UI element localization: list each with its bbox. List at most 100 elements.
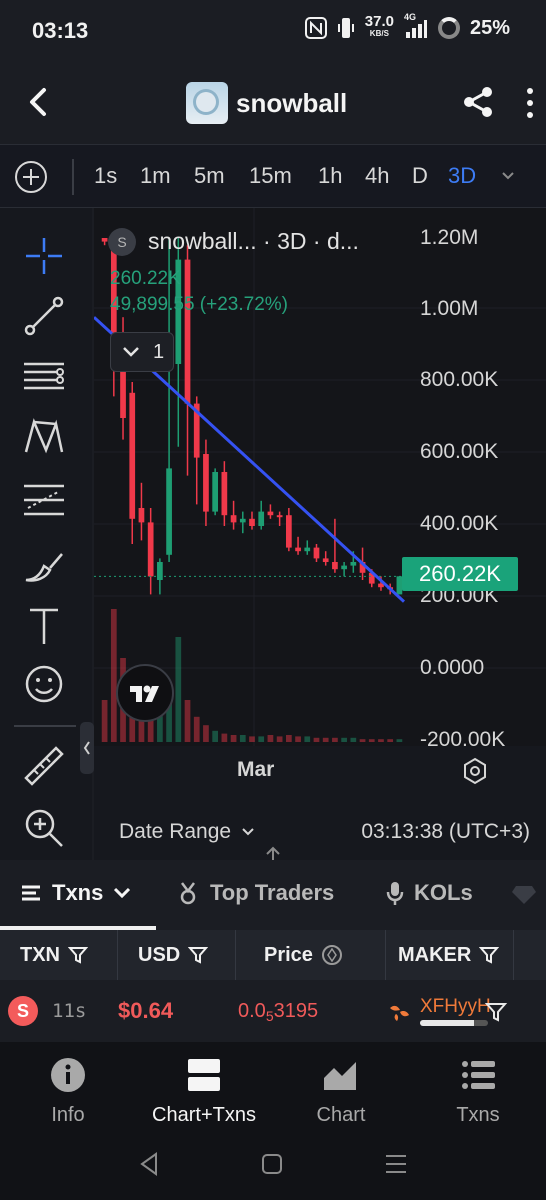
text-tool-icon[interactable]: [20, 602, 68, 650]
indicator-collapse-button[interactable]: 1: [110, 332, 174, 372]
maker-address[interactable]: XFHyyH: [420, 996, 491, 1018]
interval-d[interactable]: D: [412, 163, 428, 189]
column-header-txn[interactable]: TXN: [0, 930, 118, 980]
status-bar: 03:13 37.0 KB/S 4G 25%: [0, 0, 546, 62]
fib-levels-icon[interactable]: [20, 476, 68, 524]
toolbar-collapse-handle[interactable]: [80, 722, 94, 774]
volume-bar: [110, 609, 117, 742]
pattern-icon[interactable]: [20, 412, 68, 460]
bottom-nav: Info Chart+Txns Chart Txns: [0, 1042, 546, 1130]
symbol-badge: S: [108, 228, 136, 256]
y-tick-label: 0.0000: [420, 656, 485, 679]
volume-bar: [396, 739, 403, 742]
chart-settings-icon[interactable]: [460, 756, 490, 786]
tradingview-icon: [130, 685, 159, 702]
candle-body: [166, 468, 172, 555]
candle-body: [138, 508, 145, 523]
brush-icon[interactable]: [20, 540, 68, 588]
tab-txns[interactable]: Txns: [20, 880, 131, 906]
medal-icon: [180, 882, 196, 905]
legend-title: snowball... · 3D · d...: [148, 228, 359, 254]
timezone-clock[interactable]: 03:13:38 (UTC+3): [361, 820, 530, 844]
volume-bar: [285, 735, 292, 742]
candle-body: [332, 562, 338, 570]
list-icon: [22, 885, 40, 901]
nav-txns[interactable]: Txns: [410, 1056, 546, 1127]
candle-body: [285, 515, 292, 548]
column-label: Price: [264, 943, 313, 966]
filter-icon: [68, 947, 88, 964]
system-recents-icon[interactable]: [382, 1150, 410, 1178]
volume-bar: [359, 739, 366, 742]
volume-bar: [230, 735, 237, 742]
volume-bar: [193, 716, 200, 742]
price-chart[interactable]: S snowball... · 3D · d... 260.22K 49,899…: [94, 208, 546, 746]
system-home-icon[interactable]: [258, 1150, 286, 1178]
horizontal-lines-icon[interactable]: [20, 352, 68, 400]
candle-body: [341, 565, 347, 570]
time-axis: Mar: [94, 746, 546, 796]
system-nav-bar: [0, 1130, 546, 1200]
candle-body: [212, 472, 219, 512]
share-icon[interactable]: [460, 84, 496, 120]
tab-top-traders[interactable]: Top Traders: [176, 880, 334, 906]
volume-bar: [387, 739, 394, 742]
y-tick-label: 1.20M: [420, 226, 479, 249]
nav-chart[interactable]: Chart: [273, 1056, 409, 1127]
filter-icon[interactable]: [484, 1000, 508, 1024]
candle-body: [101, 238, 108, 242]
interval-4h[interactable]: 4h: [365, 163, 389, 189]
interval-5m[interactable]: 5m: [194, 163, 225, 189]
maker-wallet-icon: [390, 1005, 409, 1021]
diamond-icon[interactable]: [512, 884, 536, 904]
nav-label: Txns: [456, 1104, 500, 1126]
column-header-price[interactable]: Price: [236, 930, 386, 980]
nav-label: Info: [51, 1104, 85, 1126]
date-range-button[interactable]: Date Range: [119, 820, 255, 844]
ruler-icon[interactable]: [20, 742, 68, 790]
microphone-icon: [386, 882, 404, 905]
interval-1s[interactable]: 1s: [94, 163, 117, 189]
back-arrow-icon[interactable]: [20, 84, 56, 120]
volume-bar: [368, 739, 375, 742]
chevron-down-icon[interactable]: [500, 167, 516, 183]
sell-badge: S: [8, 996, 38, 1026]
tab-kols[interactable]: KOLs: [386, 880, 473, 906]
more-vertical-icon[interactable]: [524, 86, 536, 120]
vibrate-icon: [337, 18, 354, 38]
column-header-maker[interactable]: MAKER: [386, 930, 514, 980]
trend-line-icon[interactable]: [20, 292, 68, 340]
table-row[interactable]: S 11s $0.64 0.053195 XFHyyH: [0, 980, 546, 1042]
info-icon: [51, 1058, 85, 1092]
add-indicator-icon[interactable]: [14, 160, 48, 194]
status-icons: 37.0 KB/S 4G 25%: [304, 12, 510, 40]
interval-1m[interactable]: 1m: [140, 163, 171, 189]
interval-15m[interactable]: 15m: [249, 163, 292, 189]
column-header-usd[interactable]: USD: [118, 930, 236, 980]
column-label: TXN: [20, 943, 60, 966]
interval-3d[interactable]: 3D: [448, 163, 476, 189]
candle-body: [304, 547, 311, 552]
emoji-icon[interactable]: [20, 660, 68, 708]
interval-bar: 1s 1m 5m 15m 1h 4h D 3D: [0, 144, 546, 208]
price-digits: 3195: [273, 1000, 319, 1022]
nav-info[interactable]: Info: [0, 1056, 136, 1127]
crosshair-icon[interactable]: [20, 232, 68, 280]
nav-chart-txns[interactable]: Chart+Txns: [136, 1056, 272, 1127]
filter-icon: [188, 947, 209, 964]
battery-icon: [437, 17, 460, 39]
volume-bar: [313, 737, 320, 742]
swap-currency-icon: [321, 945, 342, 965]
candle-body: [313, 547, 320, 559]
tradingview-logo[interactable]: [116, 664, 174, 722]
candle-body: [295, 547, 301, 552]
candle-body: [239, 518, 246, 523]
app-header: snowball: [0, 62, 546, 144]
interval-1h[interactable]: 1h: [318, 163, 342, 189]
system-back-icon[interactable]: [136, 1150, 164, 1178]
zoom-in-icon[interactable]: [20, 804, 68, 852]
volume-bar: [378, 739, 384, 742]
tab-label: Txns: [52, 880, 104, 905]
divider: [14, 725, 76, 727]
volume-bar: [295, 736, 301, 742]
